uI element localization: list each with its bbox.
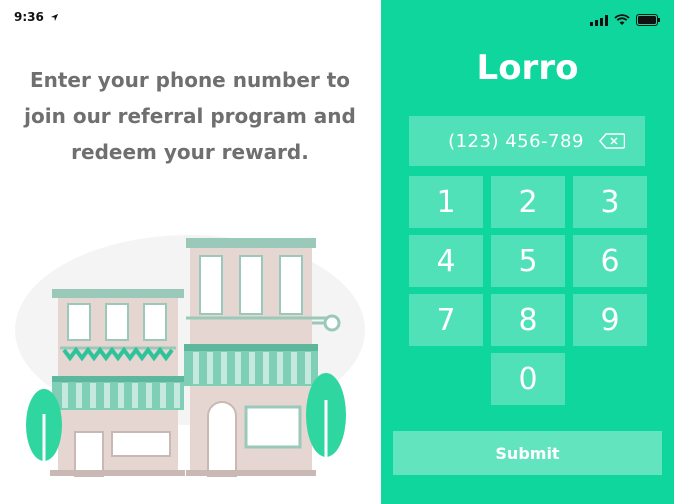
right-panel: Lorro (123) 456-789 1 2 3 4 5 6 7 8 9 0 …	[381, 0, 674, 504]
status-time: 9:36	[14, 10, 59, 24]
app-title: Lorro	[476, 48, 579, 88]
clock-text: 9:36	[14, 10, 44, 24]
wifi-icon	[614, 11, 630, 30]
keypad-key-0[interactable]: 0	[491, 353, 565, 405]
keypad-key-8[interactable]: 8	[491, 294, 565, 346]
battery-icon	[636, 11, 660, 30]
left-panel: 9:36 Enter your phone number to join our…	[0, 0, 381, 504]
location-arrow-icon	[48, 10, 59, 24]
keypad-key-1[interactable]: 1	[409, 176, 483, 228]
status-icons	[590, 11, 660, 30]
keypad-key-5[interactable]: 5	[491, 235, 565, 287]
phone-value: (123) 456-789	[448, 130, 584, 152]
page-heading: Enter your phone number to join our refe…	[24, 68, 356, 164]
keypad-key-3[interactable]: 3	[573, 176, 647, 228]
keypad-key-2[interactable]: 2	[491, 176, 565, 228]
keypad-key-9[interactable]: 9	[573, 294, 647, 346]
keypad-key-7[interactable]: 7	[409, 294, 483, 346]
cellular-signal-icon	[590, 11, 608, 30]
keypad-key-6[interactable]: 6	[573, 235, 647, 287]
submit-button[interactable]: Submit	[393, 431, 662, 475]
storefronts-illustration	[15, 235, 365, 477]
backspace-icon[interactable]	[599, 133, 626, 154]
keypad-key-4[interactable]: 4	[409, 235, 483, 287]
phone-input[interactable]: (123) 456-789	[409, 116, 645, 166]
